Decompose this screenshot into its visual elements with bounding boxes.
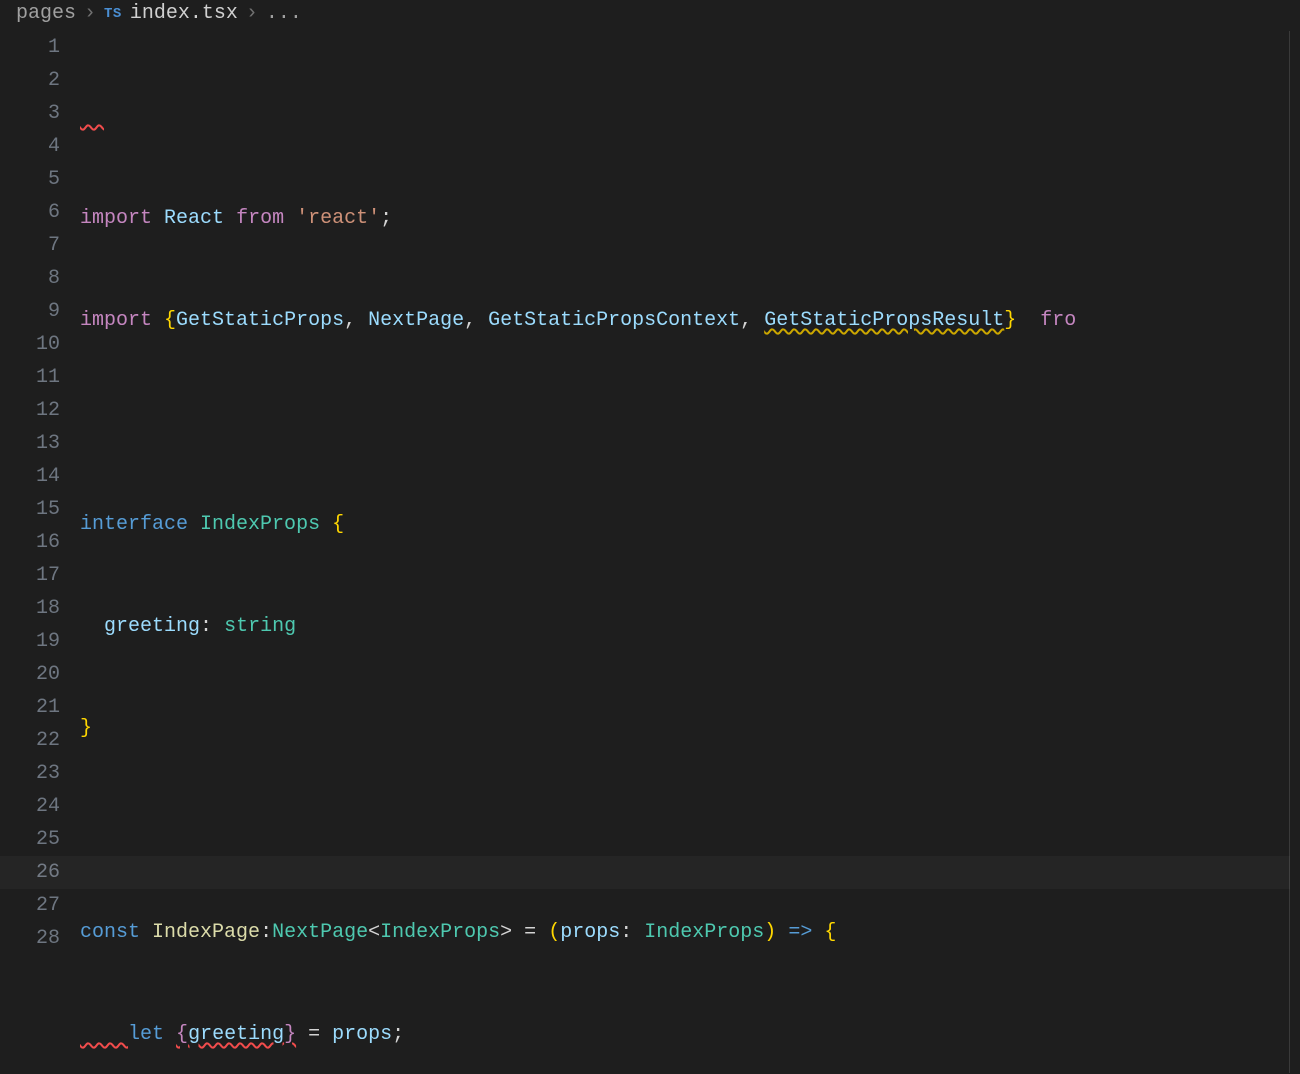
code-line[interactable]: const IndexPage:NextPage<IndexProps> = (…	[80, 916, 1300, 949]
breadcrumb-folder[interactable]: pages	[16, 2, 76, 25]
token-var: greeting	[188, 1023, 284, 1046]
chevron-right-icon: ›	[84, 2, 96, 25]
token-keyword: from	[236, 207, 284, 230]
line-number: 17	[0, 559, 60, 592]
line-number: 19	[0, 625, 60, 658]
code-line[interactable]: interface IndexProps {	[80, 508, 1300, 541]
token-type: string	[224, 615, 296, 638]
line-number: 22	[0, 724, 60, 757]
typescript-file-icon: TS	[104, 6, 122, 22]
line-number-gutter: 1 2 3 4 5 6 7 8 9 10 11 12 13 14 15 16 1…	[0, 31, 80, 1073]
line-number: 25	[0, 823, 60, 856]
line-number: 15	[0, 493, 60, 526]
line-number: 7	[0, 229, 60, 262]
line-number: 3	[0, 97, 60, 130]
token-keyword: fro	[1028, 309, 1076, 332]
token-type: IndexProps	[644, 921, 764, 944]
line-number: 12	[0, 394, 60, 427]
line-number: 26	[0, 856, 60, 889]
line-number: 6	[0, 196, 60, 229]
code-line[interactable]: greeting: string	[80, 610, 1300, 643]
code-editor[interactable]: 1 2 3 4 5 6 7 8 9 10 11 12 13 14 15 16 1…	[0, 31, 1300, 1073]
token-keyword: import	[80, 207, 152, 230]
line-number: 16	[0, 526, 60, 559]
line-number: 1	[0, 31, 60, 64]
line-number: 27	[0, 889, 60, 922]
line-number: 2	[0, 64, 60, 97]
line-number: 13	[0, 427, 60, 460]
code-line[interactable]	[80, 100, 1300, 133]
token-param: props	[560, 921, 620, 944]
line-number: 4	[0, 130, 60, 163]
code-line[interactable]: }	[80, 712, 1300, 745]
line-number: 11	[0, 361, 60, 394]
code-area[interactable]: import React from 'react'; import {GetSt…	[80, 31, 1300, 1073]
code-line[interactable]: let {greeting} = props;	[80, 1018, 1300, 1051]
line-number: 23	[0, 757, 60, 790]
token-ident: React	[164, 207, 224, 230]
token-keyword: const	[80, 921, 140, 944]
code-line[interactable]: import React from 'react';	[80, 202, 1300, 235]
token-prop: greeting	[104, 615, 200, 638]
token-ident: GetStaticProps	[176, 309, 344, 332]
token-string: 'react'	[296, 207, 380, 230]
token-type: IndexProps	[380, 921, 500, 944]
token-type: IndexProps	[200, 513, 320, 536]
line-number: 8	[0, 262, 60, 295]
line-number: 9	[0, 295, 60, 328]
token-fn: IndexPage	[152, 921, 260, 944]
line-number: 20	[0, 658, 60, 691]
line-number: 5	[0, 163, 60, 196]
line-number: 28	[0, 922, 60, 955]
token-keyword: import	[80, 309, 152, 332]
token-ident: NextPage	[368, 309, 464, 332]
line-number: 24	[0, 790, 60, 823]
chevron-right-icon: ›	[246, 2, 258, 25]
code-line[interactable]	[80, 814, 1300, 847]
token-keyword: interface	[80, 513, 188, 536]
code-line[interactable]: import {GetStaticProps, NextPage, GetSta…	[80, 304, 1300, 337]
line-number: 10	[0, 328, 60, 361]
token-keyword: let	[128, 1023, 164, 1046]
token-ident: GetStaticPropsResult	[764, 309, 1004, 332]
line-number: 18	[0, 592, 60, 625]
breadcrumb-symbol[interactable]: ...	[266, 2, 302, 25]
token-type: NextPage	[272, 921, 368, 944]
line-number: 21	[0, 691, 60, 724]
breadcrumb[interactable]: pages › TS index.tsx › ...	[0, 0, 1300, 31]
line-number: 14	[0, 460, 60, 493]
token-ident: GetStaticPropsContext	[488, 309, 740, 332]
breadcrumb-file[interactable]: index.tsx	[130, 2, 238, 25]
code-line[interactable]	[80, 406, 1300, 439]
token-ident: props	[332, 1023, 392, 1046]
